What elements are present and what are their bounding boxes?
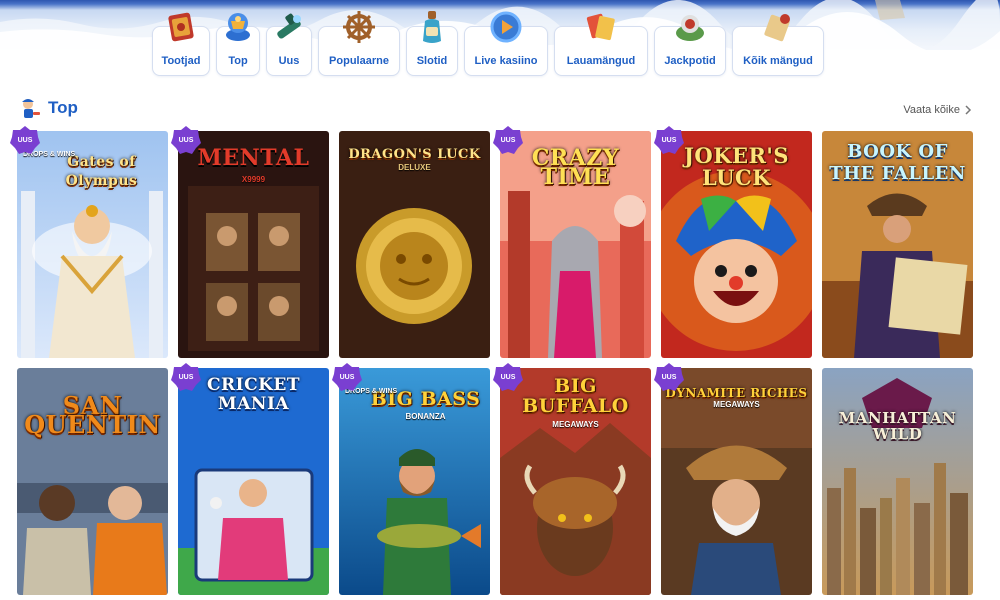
game-title: MENTAL [197,145,310,171]
game-tile-big-buffalo-megaways[interactable]: BIG BUFFALO MEGAWAYS [500,368,651,595]
game-tile-big-bass-bonanza[interactable]: DROPS & WINS BIG BASS BONANZA [339,368,490,595]
category-nav: Tootjad Top Uus Populaarne Slotid Live k… [152,11,824,76]
game-title: MANHATTAN WILD [838,409,957,443]
game-title: JOKER'S LUCK [683,143,790,190]
game-subtitle: DELUXE [398,163,431,172]
section-header: Top [18,96,78,120]
new-badge: UUS [492,125,524,155]
see-all-label: Vaata kõike [903,104,960,116]
category-label: Lauamängud [566,55,636,67]
category-top[interactable]: Top [216,13,260,76]
new-badge-label: UUS [178,136,194,144]
game-tile-dynamite-riches-megaways[interactable]: DYNAMITE RICHES MEGAWAYS [661,368,812,595]
new-badge: UUS [331,362,363,392]
game-tile-manhattan-wild[interactable]: MANHATTAN WILD [822,368,973,595]
category-label: Top [228,55,248,67]
treasure-icon [676,15,704,41]
game-subtitle: MEGAWAYS [552,420,599,429]
pirate-icon [22,99,40,118]
bottle-icon [423,11,441,43]
game-tile-jokers-luck[interactable]: JOKER'S LUCK [661,131,812,358]
category-lauamangud[interactable]: Lauamängud [554,13,648,76]
category-label: Populaarne [329,55,389,67]
game-tile-cricket-mania[interactable]: CRICKET MANIA [178,368,329,595]
category-populaarne[interactable]: Populaarne [318,11,400,76]
category-label: Kõik mängud [743,55,813,67]
map-scroll-icon [764,14,790,42]
new-badge: UUS [9,125,41,155]
book-icon [168,12,194,42]
category-koik-mangud[interactable]: Kõik mängud [732,14,824,76]
category-live-kasiino[interactable]: Live kasiino [464,11,548,76]
game-tile-san-quentin[interactable]: SAN QUENTIN [17,368,168,595]
new-badge-label: UUS [17,136,33,144]
game-tile-gates-of-olympus[interactable]: DROPS & WINS Gates of Olympus [17,131,168,358]
category-label: Tootjad [161,55,201,67]
game-tile-book-of-the-fallen[interactable]: BOOK OF THE FALLEN [822,131,973,358]
see-all-link[interactable]: Vaata kõike [903,104,972,116]
chevron-right-icon [965,105,972,115]
section-title: Top [48,98,78,117]
spyglass-icon [277,13,301,39]
game-subtitle: X9999 [241,175,266,184]
new-badge-label: UUS [500,136,516,144]
new-badge-label: UUS [178,373,194,381]
new-badge: UUS [170,125,202,155]
new-badge-label: UUS [339,373,355,381]
game-tile-crazy-time[interactable]: CRAZY TIME [500,131,651,358]
game-subtitle: BONANZA [405,412,446,421]
new-badge: UUS [170,362,202,392]
category-slotid[interactable]: Slotid [406,11,458,76]
game-title: DRAGON'S LUCK [348,147,481,162]
category-tootjad[interactable]: Tootjad [152,12,210,76]
category-jackpotid[interactable]: Jackpotid [654,15,726,76]
category-label: Live kasiino [474,55,538,67]
category-label: Jackpotid [664,55,716,67]
category-uus[interactable]: Uus [266,13,312,76]
new-badge-label: UUS [661,136,677,144]
play-globe-icon [490,11,522,43]
new-badge-label: UUS [661,373,677,381]
game-title: BOOK OF THE FALLEN [829,141,966,184]
game-tile-dragons-luck[interactable]: DRAGON'S LUCK DELUXE [339,131,490,358]
new-badge: UUS [653,362,685,392]
category-label: Slotid [416,55,448,67]
game-title: SAN QUENTIN [24,391,161,439]
game-title: CRICKET MANIA [206,375,301,414]
game-title: BIG BUFFALO [522,375,629,417]
game-subtitle: MEGAWAYS [713,400,760,409]
game-title: CRAZY TIME [531,145,620,190]
new-badge: UUS [653,125,685,155]
game-tile-mental[interactable]: MENTAL X9999 [178,131,329,358]
trophy-icon [226,13,250,41]
category-label: Uus [278,55,300,67]
new-badge-label: UUS [500,373,516,381]
cards-icon [586,13,615,41]
new-badge: UUS [492,362,524,392]
game-artwork [822,368,973,595]
ship-wheel-icon [343,11,375,43]
